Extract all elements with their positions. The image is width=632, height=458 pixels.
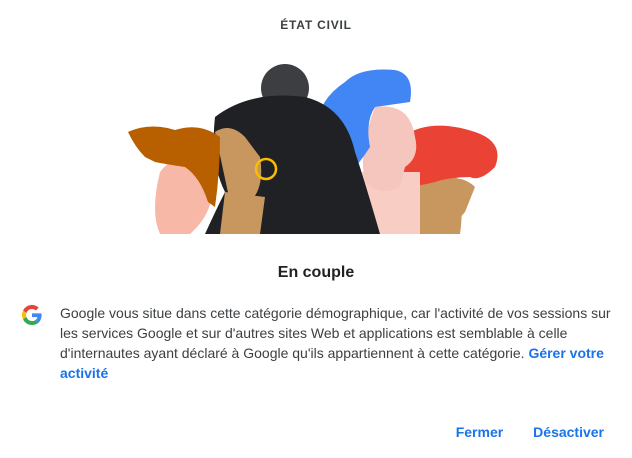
disable-button[interactable]: Désactiver bbox=[533, 422, 604, 442]
couple-illustration bbox=[120, 64, 510, 237]
person-orange-hair bbox=[128, 126, 220, 234]
dialog-actions: Fermer Désactiver bbox=[456, 422, 604, 442]
eyebrow-label: ÉTAT CIVIL bbox=[280, 18, 352, 32]
status-title: En couple bbox=[277, 264, 355, 281]
info-description: Google vous situe dans cette catégorie d… bbox=[60, 303, 612, 383]
close-button[interactable]: Fermer bbox=[456, 422, 503, 442]
google-g-icon bbox=[22, 305, 42, 325]
